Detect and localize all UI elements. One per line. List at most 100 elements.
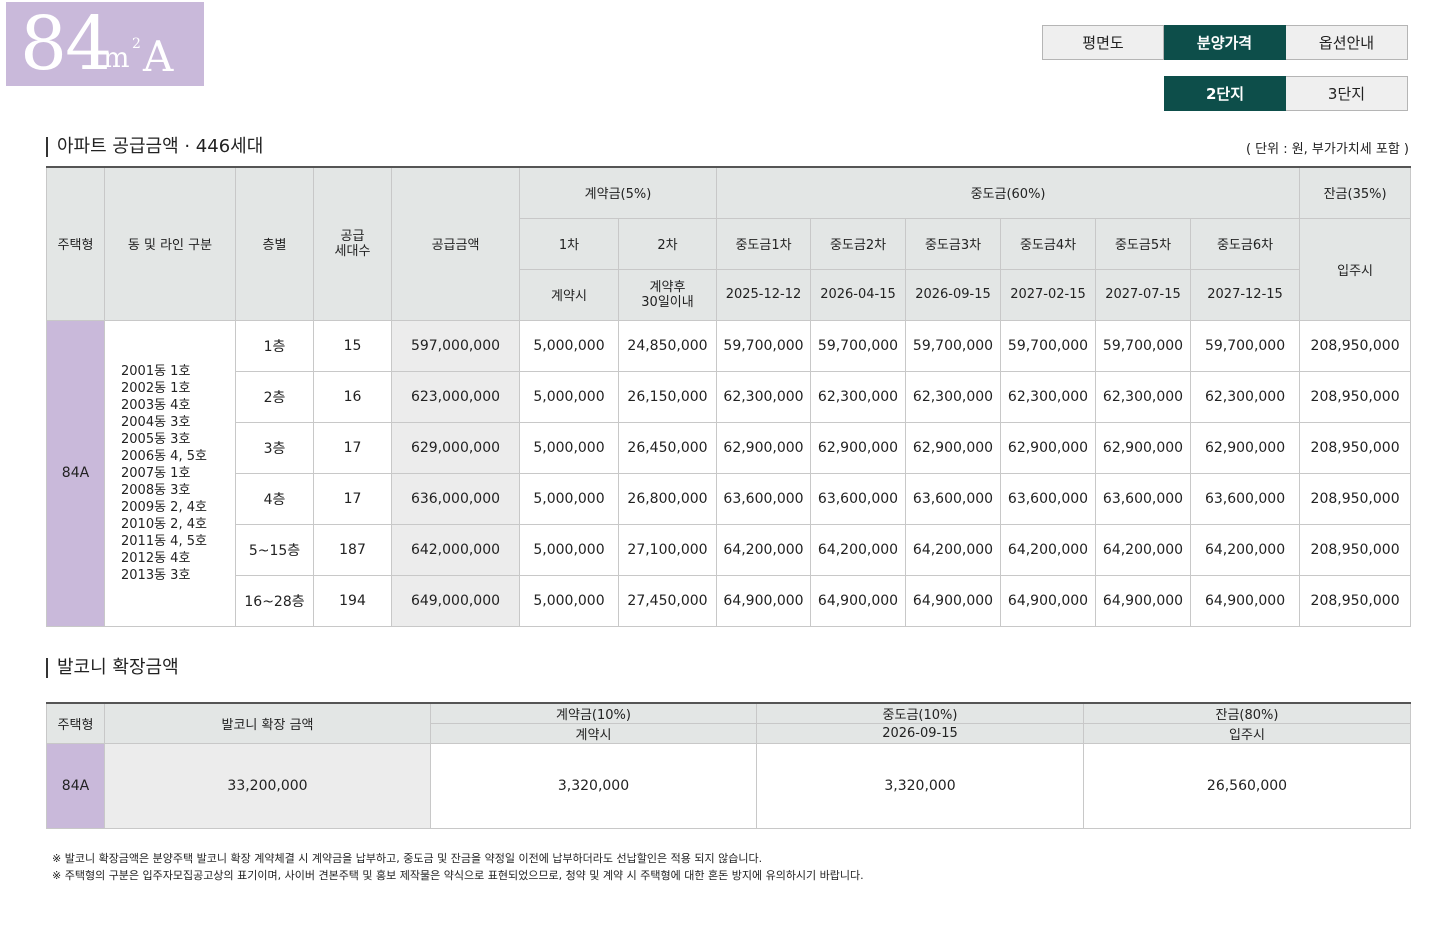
header-middle-3: 중도금3차: [905, 217, 1001, 270]
balcony-balance-cell: 26,560,000: [1083, 743, 1411, 829]
middle-1-cell: 62,300,000: [716, 370, 811, 423]
contract-2-cell: 27,100,000: [618, 523, 717, 576]
units-cell: 16: [313, 370, 392, 423]
table-row: 3층 17 629,000,000 5,000,000 26,450,000 6…: [47, 421, 1412, 474]
balcony-header-contract: 계약금(10%): [430, 702, 757, 724]
balcony-section-title: 발코니 확장금액: [46, 658, 179, 678]
header-contract-2: 2차: [618, 217, 717, 270]
middle-3-cell: 64,200,000: [905, 523, 1001, 576]
contract-1-cell: 5,000,000: [519, 370, 619, 423]
middle-3-cell: 62,300,000: [905, 370, 1001, 423]
table-row: 16~28층 194 649,000,000 5,000,000 27,450,…: [47, 574, 1412, 627]
middle-5-cell: 62,900,000: [1095, 421, 1191, 474]
middle-6-cell: 62,300,000: [1189, 370, 1301, 423]
supply-price-table: 주택형 동 및 라인 구분 층별 공급 세대수 공급금액 계약금(5%) 중도금…: [46, 166, 1412, 627]
contract-2-cell: 26,450,000: [618, 421, 717, 474]
price-cell: 597,000,000: [391, 319, 520, 372]
middle-6-cell: 64,200,000: [1189, 523, 1301, 576]
middle-6-cell: 63,600,000: [1189, 472, 1301, 525]
balance-cell: 208,950,000: [1299, 574, 1412, 627]
complex-tab-bar: 2단지 3단지: [1164, 76, 1408, 111]
tab-complex-3[interactable]: 3단지: [1286, 76, 1408, 111]
balcony-house-type-cell: 84A: [46, 743, 105, 829]
middle-1-cell: 64,900,000: [716, 574, 811, 627]
contract-2-cell: 27,450,000: [618, 574, 717, 627]
balance-cell: 208,950,000: [1299, 523, 1412, 576]
header-middle-payment: 중도금(60%): [715, 166, 1301, 219]
table-row: 84A 2001동 1호 2002동 1호 2003동 4호 2004동 3호 …: [46, 319, 1412, 627]
header-middle-4-date: 2027-02-15: [1000, 268, 1096, 321]
dong-line-list: 2001동 1호 2002동 1호 2003동 4호 2004동 3호 2005…: [104, 319, 236, 627]
header-middle-6-date: 2027-12-15: [1189, 268, 1301, 321]
table-row: 84A 33,200,000 3,320,000 3,320,000 26,56…: [46, 743, 1411, 829]
header-house-type: 주택형: [46, 166, 105, 321]
middle-4-cell: 64,900,000: [1000, 574, 1096, 627]
balcony-amount-cell: 33,200,000: [104, 743, 431, 829]
middle-2-cell: 62,900,000: [810, 421, 906, 474]
middle-4-cell: 62,300,000: [1000, 370, 1096, 423]
balcony-header-balance: 잔금(80%): [1083, 702, 1411, 724]
floor-cell: 2층: [235, 370, 314, 423]
middle-4-cell: 59,700,000: [1000, 319, 1096, 372]
tab-option-guide[interactable]: 옵션안내: [1286, 25, 1408, 60]
main-tab-bar: 평면도 분양가격 옵션안내: [1042, 25, 1408, 60]
balcony-header-middle: 중도금(10%): [756, 702, 1084, 724]
tab-complex-2[interactable]: 2단지: [1164, 76, 1286, 111]
badge-type-letter: A: [143, 32, 174, 81]
middle-5-cell: 62,300,000: [1095, 370, 1191, 423]
table-row: 2층 16 623,000,000 5,000,000 26,150,000 6…: [47, 370, 1412, 423]
middle-2-cell: 62,300,000: [810, 370, 906, 423]
floor-cell: 4층: [235, 472, 314, 525]
middle-2-cell: 63,600,000: [810, 472, 906, 525]
header-contract-1: 1차: [519, 217, 619, 270]
units-cell: 15: [313, 319, 392, 372]
table-row: 4층 17 636,000,000 5,000,000 26,800,000 6…: [47, 472, 1412, 525]
middle-5-cell: 64,900,000: [1095, 574, 1191, 627]
middle-3-cell: 64,900,000: [905, 574, 1001, 627]
badge-area-superscript: 2: [132, 36, 141, 52]
price-cell: 649,000,000: [391, 574, 520, 627]
middle-2-cell: 64,900,000: [810, 574, 906, 627]
balcony-header-middle-date: 2026-09-15: [756, 723, 1084, 744]
balcony-contract-cell: 3,320,000: [430, 743, 757, 829]
floor-cell: 5~15층: [235, 523, 314, 576]
contract-2-cell: 24,850,000: [618, 319, 717, 372]
middle-2-cell: 59,700,000: [810, 319, 906, 372]
header-middle-5-date: 2027-07-15: [1095, 268, 1191, 321]
units-cell: 194: [313, 574, 392, 627]
balance-cell: 208,950,000: [1299, 319, 1412, 372]
middle-3-cell: 62,900,000: [905, 421, 1001, 474]
tab-sale-price[interactable]: 분양가격: [1164, 25, 1286, 60]
header-middle-1-date: 2025-12-12: [716, 268, 811, 321]
middle-5-cell: 64,200,000: [1095, 523, 1191, 576]
middle-1-cell: 64,200,000: [716, 523, 811, 576]
units-cell: 17: [313, 472, 392, 525]
balcony-header-amount: 발코니 확장 금액: [104, 702, 431, 744]
header-contract-1-when: 계약시: [519, 268, 619, 321]
middle-1-cell: 62,900,000: [716, 421, 811, 474]
price-cell: 642,000,000: [391, 523, 520, 576]
header-contract-2-when: 계약후 30일이내: [618, 268, 717, 321]
header-middle-2-date: 2026-04-15: [810, 268, 906, 321]
unit-type-badge: 84 m 2 A: [6, 2, 204, 86]
footnote: ※ 주택형의 구분은 입주자모집공고상의 표기이며, 사이버 견본주택 및 홍보…: [52, 869, 864, 882]
price-cell: 623,000,000: [391, 370, 520, 423]
middle-4-cell: 62,900,000: [1000, 421, 1096, 474]
footnotes: ※ 발코니 확장금액은 분양주택 발코니 확장 계약체결 시 계약금을 납부하고…: [52, 850, 864, 884]
middle-5-cell: 59,700,000: [1095, 319, 1191, 372]
header-floor: 층별: [235, 166, 314, 321]
contract-1-cell: 5,000,000: [519, 421, 619, 474]
balcony-header-contract-when: 계약시: [430, 723, 757, 744]
contract-1-cell: 5,000,000: [519, 319, 619, 372]
header-contract-deposit: 계약금(5%): [519, 166, 717, 219]
contract-2-cell: 26,800,000: [618, 472, 717, 525]
table-row: 5~15층 187 642,000,000 5,000,000 27,100,0…: [47, 523, 1412, 576]
tab-floor-plan[interactable]: 평면도: [1042, 25, 1164, 60]
header-supply-units: 공급 세대수: [313, 166, 392, 321]
header-middle-1: 중도금1차: [716, 217, 811, 270]
units-cell: 187: [313, 523, 392, 576]
middle-6-cell: 59,700,000: [1189, 319, 1301, 372]
balcony-header-balance-when: 입주시: [1083, 723, 1411, 744]
balcony-middle-cell: 3,320,000: [756, 743, 1084, 829]
header-middle-5: 중도금5차: [1095, 217, 1191, 270]
